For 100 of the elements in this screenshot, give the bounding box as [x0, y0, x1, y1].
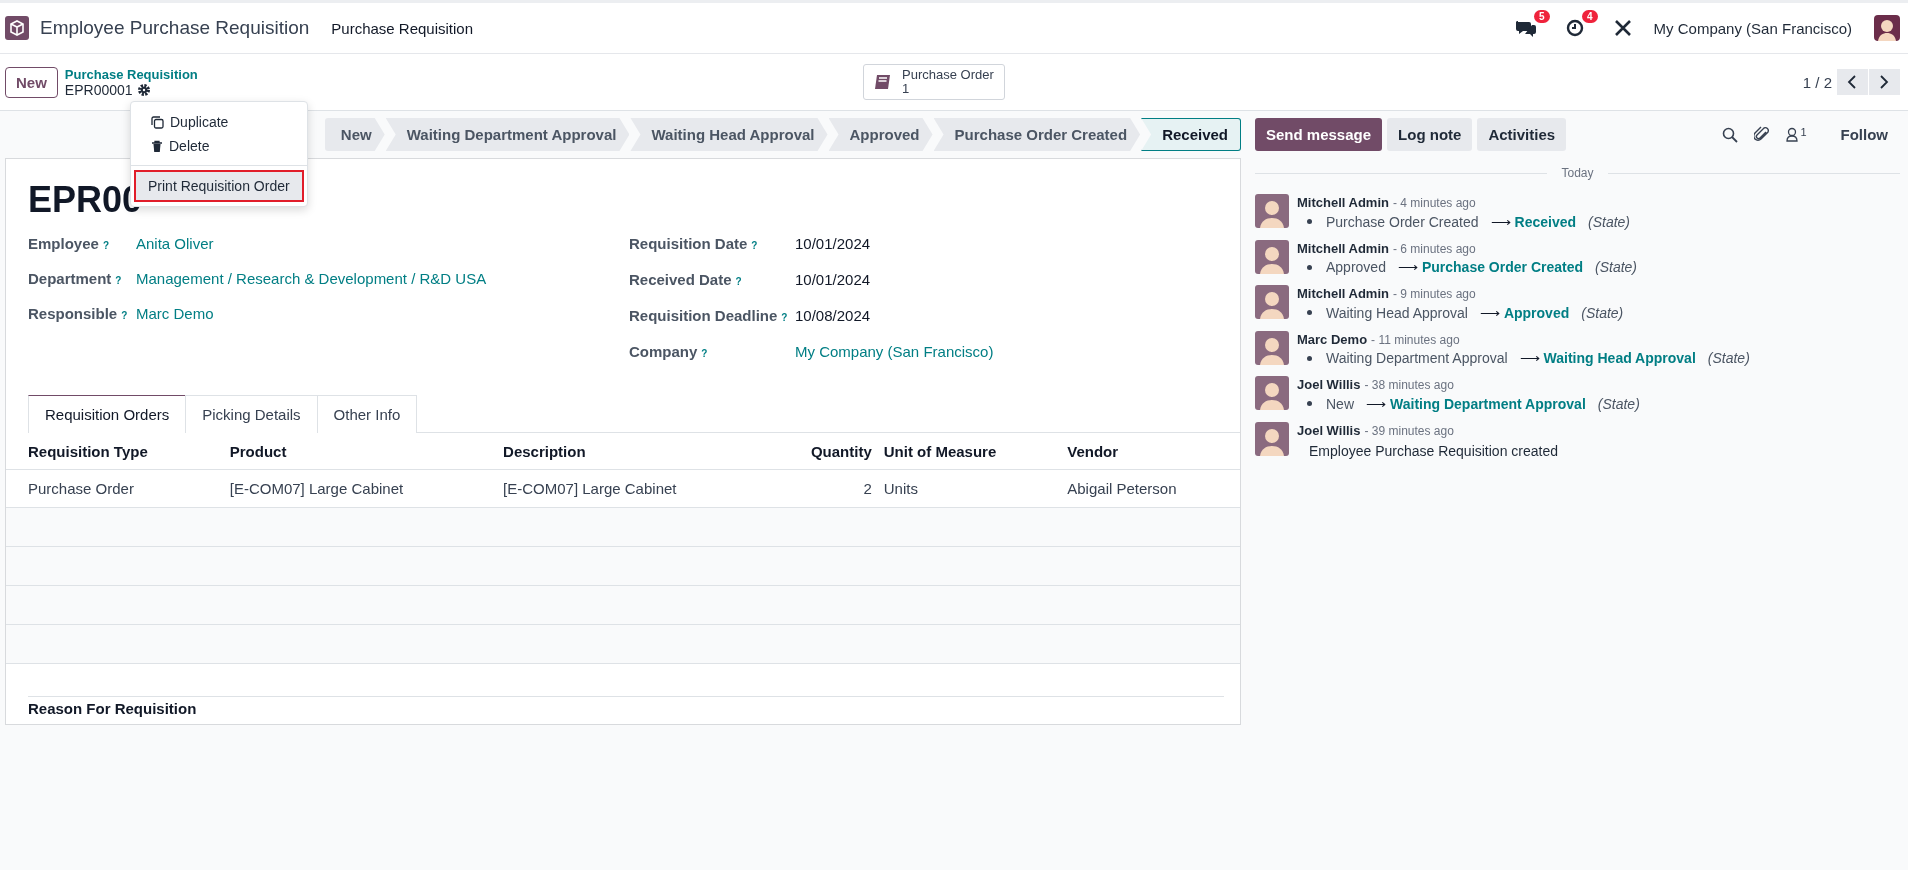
company-switcher[interactable]: My Company (San Francisco) [1653, 19, 1852, 37]
help-icon[interactable]: ? [701, 348, 708, 359]
chatter-button[interactable]: Activities [1477, 118, 1567, 151]
status-stage[interactable]: Approved [828, 118, 933, 151]
chatter-button[interactable]: Log note [1387, 118, 1473, 151]
person-icon[interactable] [1786, 127, 1799, 142]
pager-value: 1 / 2 [1802, 73, 1832, 91]
date-separator: Today [1547, 166, 1608, 180]
help-icon[interactable]: ? [735, 276, 742, 287]
help-icon[interactable]: ? [121, 310, 128, 321]
search-icon[interactable] [1722, 126, 1739, 143]
field-link[interactable]: My Company (San Francisco) [795, 343, 994, 360]
message-time: - 11 minutes ago [1371, 332, 1460, 347]
field-name: (State) [1707, 350, 1750, 366]
field-label: Requisition Deadline [629, 307, 778, 324]
author-name[interactable]: Mitchell Admin [1297, 286, 1389, 301]
chat-icon[interactable] [1515, 19, 1536, 37]
new-button[interactable]: New [5, 66, 58, 98]
arrow-icon: ⟶ [1519, 350, 1540, 366]
bullet-icon [1307, 310, 1312, 315]
breadcrumb-link[interactable]: Purchase Requisition [64, 66, 198, 82]
menu-item[interactable]: Purchase Requisition [331, 19, 474, 37]
field-label: Department [28, 270, 112, 287]
status-stage[interactable]: New [324, 118, 385, 151]
table-cell: Units [877, 469, 1062, 508]
status-stage[interactable]: Waiting Department Approval [385, 118, 630, 151]
field-name: (State) [1597, 395, 1640, 412]
chatter-button[interactable]: Send message [1255, 118, 1383, 151]
author-name[interactable]: Mitchell Admin [1297, 195, 1389, 210]
status-stage[interactable]: Waiting Head Approval [630, 118, 828, 151]
field-link[interactable]: Anita Oliver [136, 235, 214, 252]
previous-button[interactable] [1837, 69, 1868, 95]
old-value: Waiting Head Approval [1326, 304, 1468, 321]
field-name: (State) [1581, 304, 1624, 321]
field-label: Reason For Requisition [28, 696, 1224, 717]
app-name[interactable]: Employee Purchase Requisition [40, 17, 310, 39]
column-header[interactable]: Vendor [1061, 433, 1240, 470]
column-header[interactable]: Description [497, 433, 771, 470]
field-link[interactable]: Marc Demo [136, 305, 214, 322]
new-value: Waiting Head Approval [1543, 350, 1696, 366]
old-value: New [1326, 395, 1354, 412]
avatar-icon [1255, 285, 1289, 319]
clock-icon[interactable] [1565, 19, 1584, 37]
help-icon[interactable]: ? [115, 275, 122, 286]
field-label: Received Date [629, 271, 732, 288]
column-header[interactable]: Requisition Type [6, 433, 224, 470]
paperclip-icon[interactable] [1754, 125, 1771, 144]
author-name[interactable]: Mitchell Admin [1297, 240, 1389, 256]
field-name: (State) [1595, 259, 1638, 275]
smart-button[interactable]: Purchase Order 1 [863, 64, 1005, 100]
tab[interactable]: Other Info [316, 395, 418, 433]
avatar-icon [1255, 421, 1289, 456]
table-cell: Abigail Peterson [1061, 469, 1240, 508]
chevron-right-icon[interactable] [1879, 75, 1890, 89]
count-badge: 4 [1582, 10, 1598, 23]
menu-item[interactable]: Delete [131, 134, 307, 158]
trash-icon[interactable] [151, 139, 163, 153]
bullet-icon [1307, 355, 1312, 361]
help-icon[interactable]: ? [781, 312, 788, 323]
column-header[interactable]: Unit of Measure [877, 433, 1062, 470]
follow-button[interactable]: Follow [1834, 125, 1894, 144]
menu-item[interactable]: Print Requisition Order [134, 170, 304, 202]
cube-icon[interactable] [5, 16, 29, 40]
status-stage[interactable]: Received [1141, 118, 1241, 151]
message-time: - 9 minutes ago [1392, 287, 1476, 301]
new-value: Purchase Order Created [1421, 259, 1583, 275]
message-time: - 39 minutes ago [1364, 423, 1454, 438]
table-cell: [E-COM07] Large Cabinet [497, 469, 771, 508]
old-value: Purchase Order Created [1326, 213, 1479, 230]
user-avatar-icon[interactable] [1874, 15, 1900, 41]
field-label: Responsible [28, 305, 118, 322]
table-cell: Purchase Order [6, 469, 224, 508]
message-time: - 38 minutes ago [1364, 378, 1454, 392]
help-icon[interactable]: ? [751, 240, 758, 251]
arrow-icon: ⟶ [1397, 259, 1418, 275]
field-name: (State) [1588, 213, 1631, 230]
field-link[interactable]: Management / Research & Development / R&D USA [136, 270, 487, 287]
author-name[interactable]: Joel Willis [1297, 422, 1361, 438]
arrow-icon: ⟶ [1479, 304, 1500, 321]
chevron-left-icon[interactable] [1847, 75, 1858, 89]
record-name: EPR00001 [64, 81, 133, 98]
old-value: Waiting Department Approval [1326, 350, 1508, 366]
author-name[interactable]: Joel Willis [1297, 377, 1361, 392]
message-text: Employee Purchase Requisition created [1308, 443, 1559, 459]
smart-button-count: 1 [902, 82, 911, 96]
help-icon[interactable]: ? [102, 240, 109, 251]
bullet-icon [1307, 401, 1312, 406]
avatar-icon [1255, 239, 1289, 274]
bullet-icon [1307, 264, 1312, 270]
menu-item[interactable]: Duplicate [131, 110, 307, 134]
column-header[interactable]: Product [223, 433, 498, 470]
status-stage[interactable]: Purchase Order Created [933, 118, 1141, 151]
tab[interactable]: Requisition Orders [28, 395, 187, 433]
column-header[interactable]: Quantity [770, 433, 878, 470]
old-value: Approved [1326, 259, 1386, 275]
next-button[interactable] [1869, 69, 1900, 95]
tab[interactable]: Picking Details [185, 395, 318, 433]
author-name[interactable]: Marc Demo [1297, 331, 1368, 347]
follower-count: 1 [1800, 127, 1807, 138]
copy-icon[interactable] [151, 115, 164, 129]
